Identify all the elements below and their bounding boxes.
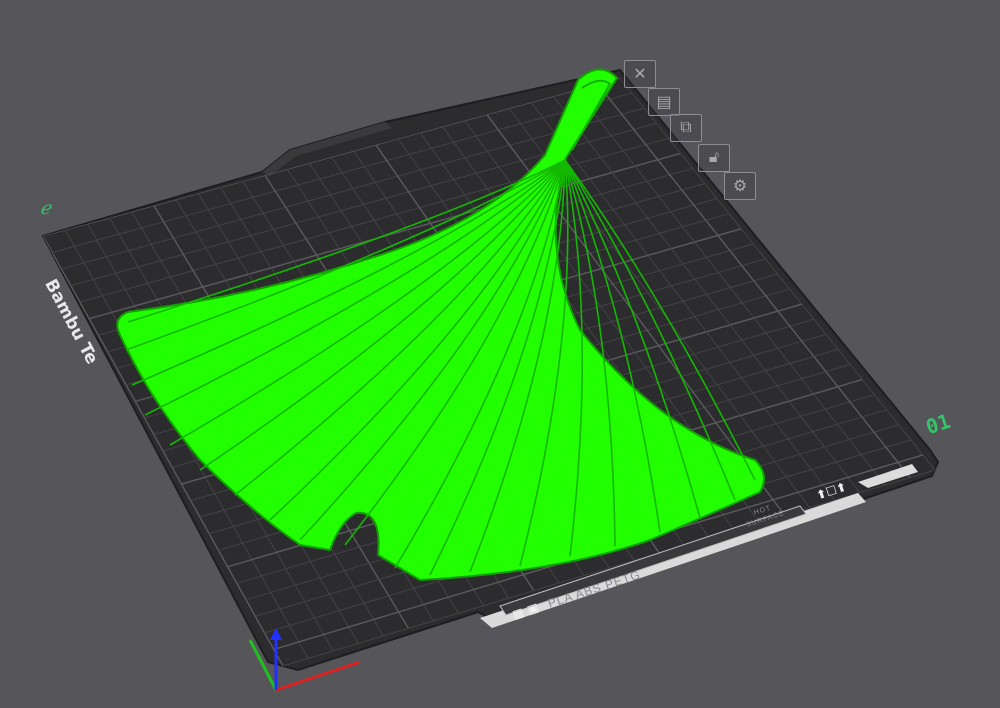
view-marker: ℯ — [40, 198, 51, 219]
close-plate-button[interactable]: ✕ — [624, 60, 656, 88]
orient-icon: ⧉ — [680, 119, 692, 136]
auto-orient-button[interactable]: ⧉ — [670, 114, 702, 142]
close-icon: ✕ — [633, 66, 647, 83]
plate-settings-button[interactable]: ⚙ — [724, 172, 756, 200]
arrange-button[interactable]: ▤ — [648, 88, 680, 116]
lock-button[interactable]: 🔓︎ — [698, 144, 730, 172]
arrange-icon: ▤ — [656, 94, 672, 111]
gear-icon: ⚙ — [732, 178, 748, 195]
lock-icon: 🔓︎ — [708, 149, 720, 166]
3d-viewport[interactable]: Bambu Te 01 ℯ ✕ ▤ ⧉ 🔓︎ ⚙ ▦ ▣ PLA ABS PET… — [0, 0, 1000, 708]
scene-canvas[interactable] — [0, 0, 1000, 708]
